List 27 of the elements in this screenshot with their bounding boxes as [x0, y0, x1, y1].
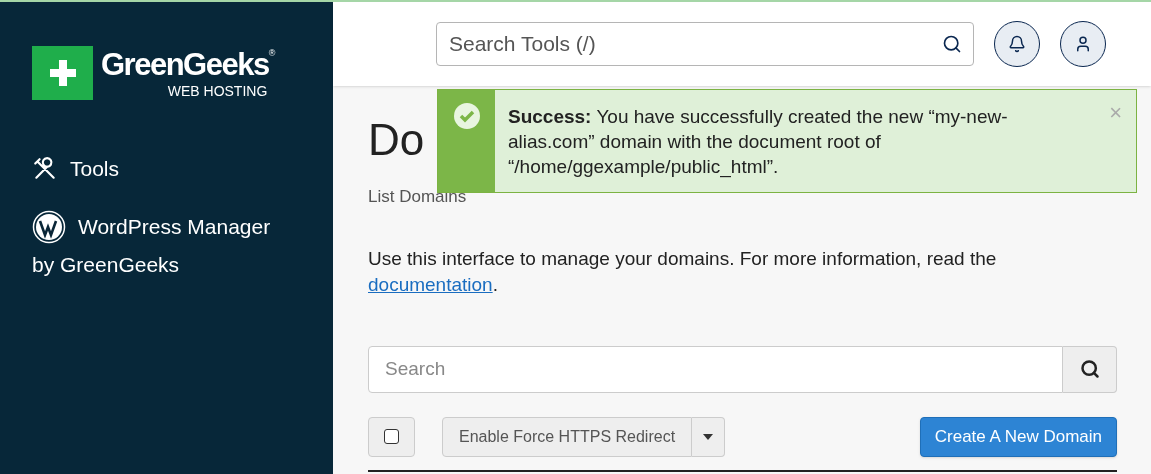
- check-icon: [452, 102, 481, 130]
- create-domain-button[interactable]: Create A New Domain: [919, 416, 1117, 457]
- page-subtitle: List Domains: [368, 186, 468, 208]
- sidebar-item[interactable]: Tools: [32, 156, 333, 183]
- logo-text: GreenGeeks: [101, 48, 269, 80]
- documentation-link[interactable]: documentation: [368, 273, 493, 295]
- sidebar-item[interactable]: WordPress Manager by GreenGeeks: [32, 210, 333, 279]
- wordpress-icon: [32, 210, 66, 245]
- logo-icon: [32, 46, 93, 100]
- intro-text: Use this interface to manage your domains. For more information, read the documentation.: [368, 246, 998, 297]
- alert-message: Success: You have successfully created the new “my-new-alias.com” domain with the document root of “/home/ggexample/public_html”.: [508, 105, 1009, 179]
- dropdown-button[interactable]: [692, 416, 726, 457]
- bell-icon: [1008, 35, 1026, 53]
- search-button[interactable]: [1063, 345, 1117, 393]
- search-tools-field[interactable]: Search Tools (/): [436, 22, 974, 66]
- user-icon: [1074, 35, 1092, 53]
- logo-tagline: WEB HOSTING: [167, 83, 268, 98]
- search-icon: [1079, 359, 1100, 379]
- notifications-button[interactable]: [994, 21, 1040, 67]
- bulk-action-button[interactable]: Enable Force HTTPS Redirect: [442, 416, 693, 457]
- registered-mark: ®: [268, 48, 276, 58]
- search-icon: [942, 34, 962, 54]
- page-title: Do: [368, 118, 425, 162]
- domain-search-field[interactable]: Search: [368, 345, 1063, 393]
- select-all-checkbox[interactable]: [384, 429, 399, 444]
- caret-icon: [703, 433, 714, 440]
- account-button[interactable]: [1060, 21, 1106, 67]
